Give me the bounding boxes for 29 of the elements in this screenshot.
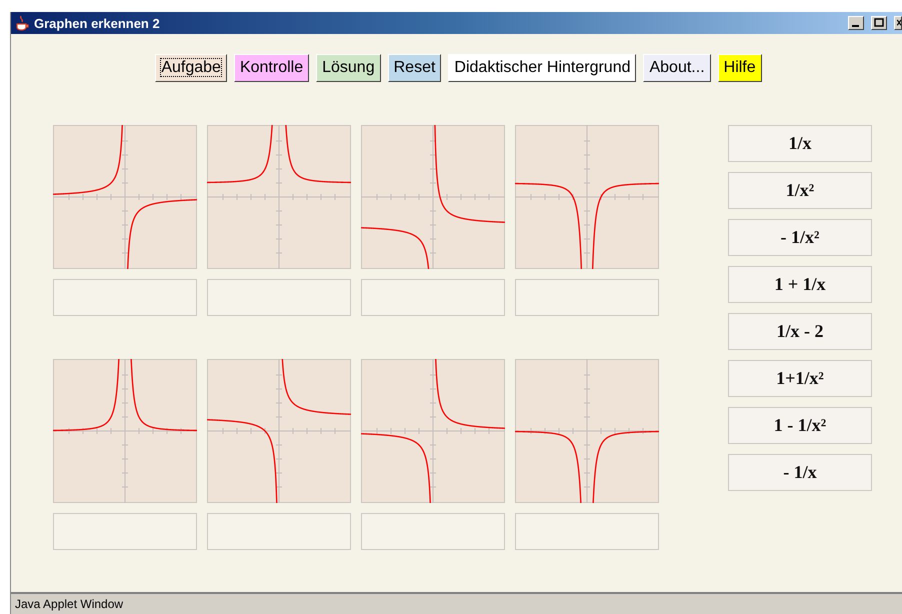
toolbar-button[interactable]: Aufgabe (155, 54, 227, 82)
formula-button[interactable]: - 1/x² (728, 219, 872, 256)
toolbar-button[interactable]: Lösung (316, 54, 381, 82)
formula-button[interactable]: 1/x (728, 125, 872, 162)
maximize-icon[interactable] (871, 16, 887, 30)
answer-field[interactable] (207, 279, 351, 316)
formula-button[interactable]: 1 + 1/x (728, 266, 872, 303)
formula-button[interactable]: 1+1/x² (728, 360, 872, 397)
toolbar-button[interactable]: Reset (388, 54, 442, 82)
toolbar-button[interactable]: About... (643, 54, 711, 82)
answer-field[interactable] (53, 512, 197, 550)
answer-field[interactable] (361, 279, 505, 316)
answer-field[interactable] (361, 512, 505, 550)
answer-field[interactable] (53, 279, 197, 316)
toolbar-button[interactable]: Kontrolle (234, 54, 310, 82)
answer-field[interactable] (515, 279, 659, 316)
answer-field[interactable] (515, 512, 659, 550)
close-icon[interactable] (894, 16, 902, 30)
java-cup-icon (15, 15, 29, 31)
formula-button[interactable]: - 1/x (728, 454, 872, 491)
formula-button[interactable]: 1/x - 2 (728, 313, 872, 350)
window-title: Graphen erkennen 2 (34, 16, 161, 30)
toolbar-button[interactable]: Didaktischer Hintergrund (448, 54, 636, 82)
minimize-icon[interactable] (848, 16, 864, 30)
formula-button[interactable]: 1/x² (728, 172, 872, 209)
formula-button[interactable]: 1 - 1/x² (728, 407, 872, 444)
toolbar-button[interactable]: Hilfe (718, 54, 762, 82)
status-bar: Java Applet Window (11, 592, 902, 614)
answer-field[interactable] (207, 512, 351, 550)
